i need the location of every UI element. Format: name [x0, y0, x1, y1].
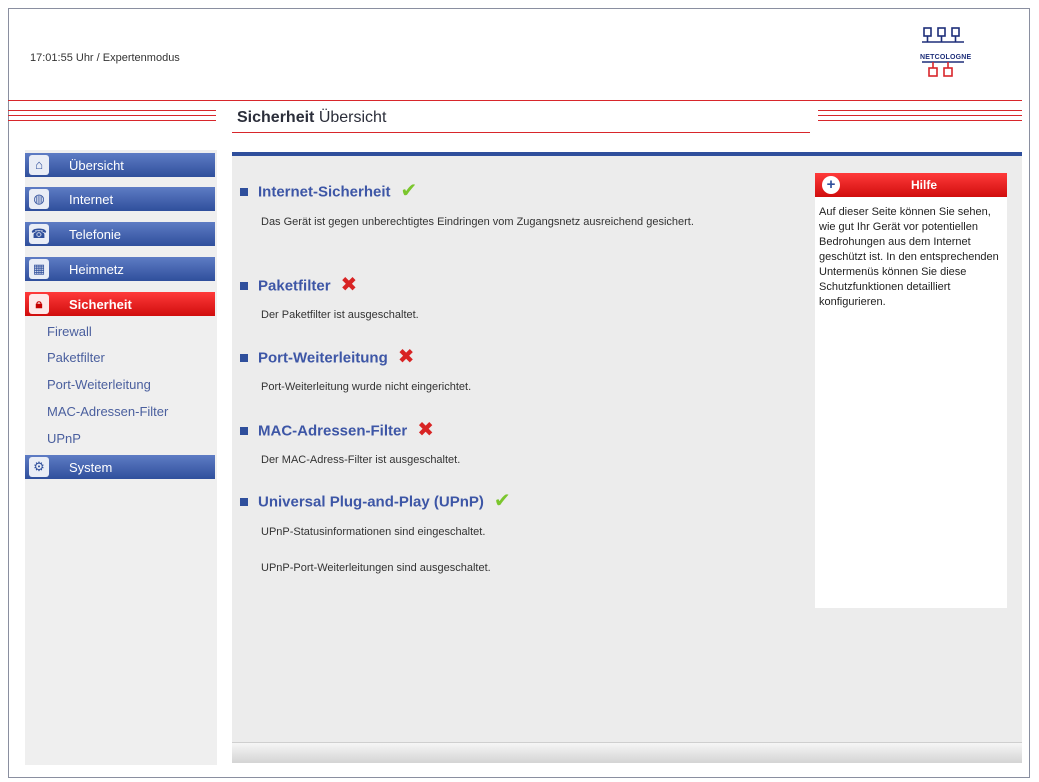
- sub-mac-adressen-filter[interactable]: MAC-Adressen-Filter: [47, 404, 168, 419]
- bullet-icon: [240, 426, 248, 435]
- help-text: Auf dieser Seite können Sie sehen, wie g…: [819, 206, 999, 308]
- main-bottom-bar: [232, 742, 1022, 763]
- logo-text: NETCOLOGNE: [920, 54, 972, 61]
- home-icon: ⌂: [29, 155, 49, 175]
- nav-internet[interactable]: ◍ Internet: [25, 187, 215, 211]
- nav-sicherheit[interactable]: 🔒︎ Sicherheit: [25, 292, 215, 316]
- section-desc: Port-Weiterleitung wurde nicht eingerich…: [261, 381, 472, 393]
- checkmark-icon: ✔: [493, 490, 511, 512]
- section-desc: Der Paketfilter ist ausgeschaltet.: [261, 309, 419, 321]
- nav-label: Übersicht: [69, 158, 124, 173]
- section-mac-adressen-filter[interactable]: MAC-Adressen-Filter ✖: [240, 419, 434, 444]
- netcologne-logo: NETCOLOGNE: [918, 22, 980, 90]
- bullet-icon: [240, 497, 248, 506]
- sub-upnp[interactable]: UPnP: [47, 431, 81, 446]
- globe-icon: ◍: [29, 189, 49, 209]
- nav-system[interactable]: ⚙ System: [25, 455, 215, 479]
- section-title: Port-Weiterleitung: [258, 349, 388, 367]
- bullet-icon: [240, 187, 248, 196]
- cross-icon: ✖: [340, 274, 358, 296]
- section-port-weiterleitung[interactable]: Port-Weiterleitung ✖: [240, 346, 415, 371]
- help-box: + Hilfe Auf dieser Seite können Sie sehe…: [815, 173, 1007, 608]
- nav-heimnetz[interactable]: ▦ Heimnetz: [25, 257, 215, 281]
- gears-icon: ⚙: [29, 457, 49, 477]
- sidebar: ⌂ Übersicht ◍ Internet ☎ Telefonie ▦ Hei…: [25, 150, 217, 765]
- bullet-icon: [240, 353, 248, 362]
- page-title: Sicherheit Übersicht: [237, 109, 386, 127]
- section-title: Internet-Sicherheit: [258, 183, 391, 201]
- bullet-icon: [240, 281, 248, 290]
- section-paketfilter[interactable]: Paketfilter ✖: [240, 274, 357, 299]
- help-title: Hilfe: [911, 178, 938, 192]
- checkmark-icon: ✔: [400, 180, 418, 202]
- nav-uebersicht[interactable]: ⌂ Übersicht: [25, 153, 215, 177]
- page-title-rest: Übersicht: [318, 109, 387, 126]
- section-title: MAC-Adressen-Filter: [258, 422, 408, 440]
- section-desc: Das Gerät ist gegen unberechtigtes Eindr…: [261, 216, 694, 228]
- sub-paketfilter[interactable]: Paketfilter: [47, 350, 105, 365]
- nav-label: System: [69, 460, 113, 475]
- nav-telefonie[interactable]: ☎ Telefonie: [25, 222, 215, 246]
- section-desc: UPnP-Statusinformationen sind eingeschal…: [261, 526, 486, 538]
- page-title-bold: Sicherheit: [237, 109, 315, 126]
- phone-icon: ☎: [29, 224, 49, 244]
- lock-icon: 🔒︎: [29, 294, 49, 314]
- section-upnp[interactable]: Universal Plug-and-Play (UPnP) ✔: [240, 490, 511, 515]
- network-icon: ▦: [29, 259, 49, 279]
- help-header[interactable]: + Hilfe: [815, 173, 1007, 197]
- main-topbar: [232, 152, 1022, 156]
- nav-label: Heimnetz: [69, 262, 124, 277]
- sub-port-weiterleitung[interactable]: Port-Weiterleitung: [47, 377, 151, 392]
- section-title: Paketfilter: [258, 277, 331, 295]
- nav-label: Telefonie: [69, 227, 122, 242]
- sub-firewall[interactable]: Firewall: [47, 324, 92, 339]
- section-desc: Der MAC-Adress-Filter ist ausgeschaltet.: [261, 454, 461, 466]
- section-desc: UPnP-Port-Weiterleitungen sind ausgescha…: [261, 562, 491, 574]
- section-internet-sicherheit[interactable]: Internet-Sicherheit ✔: [240, 180, 417, 205]
- cross-icon: ✖: [397, 346, 415, 368]
- plus-icon: +: [822, 176, 840, 194]
- nav-label: Sicherheit: [69, 297, 132, 312]
- nav-label: Internet: [69, 192, 114, 207]
- cross-icon: ✖: [417, 419, 434, 441]
- section-title: Universal Plug-and-Play (UPnP): [258, 493, 484, 511]
- status-text: 17:01:55 Uhr / Expertenmodus: [30, 52, 180, 64]
